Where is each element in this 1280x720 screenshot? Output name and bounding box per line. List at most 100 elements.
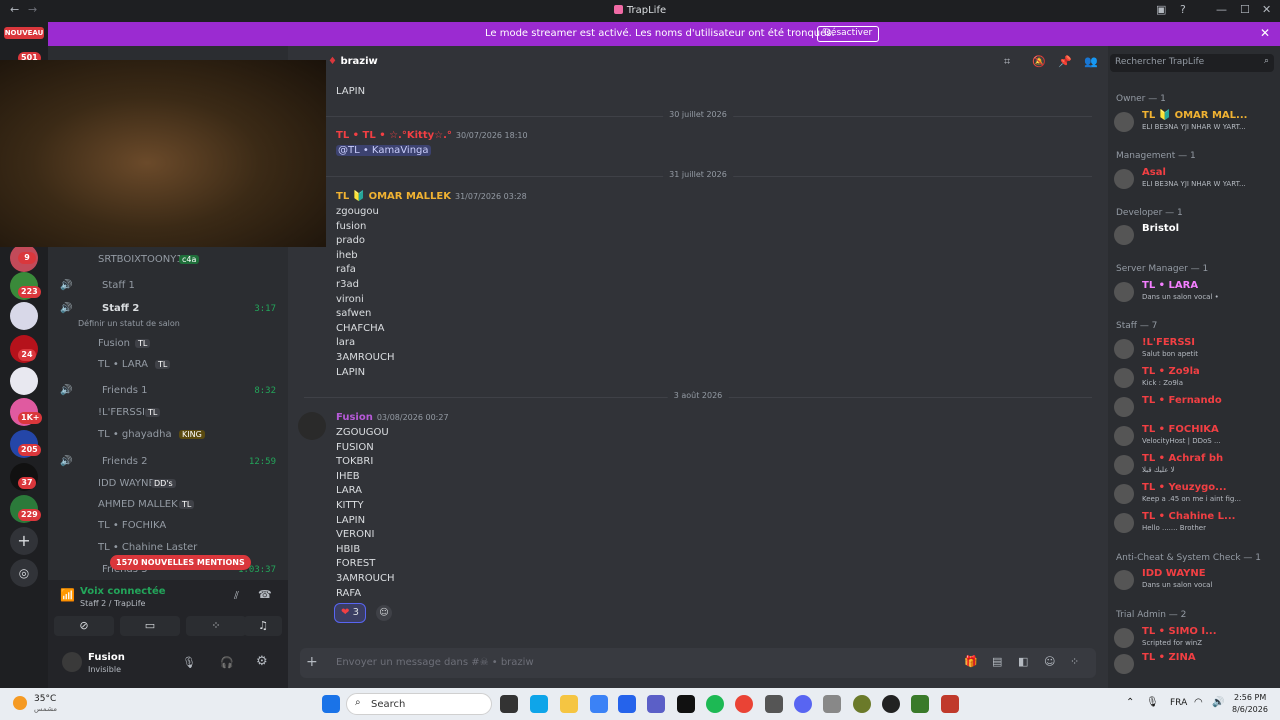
app-icon[interactable] <box>853 695 871 713</box>
app-icon[interactable] <box>941 695 959 713</box>
voice-user[interactable]: TL • FOCHIKA <box>48 517 288 537</box>
settings-gear-icon[interactable]: ⚙ <box>256 654 268 669</box>
composer-placeholder[interactable]: Envoyer un message dans #☠ • braziw <box>336 657 534 668</box>
member-item[interactable]: TL • Yeuzygo... Keep a .45 on me i aint f… <box>1114 482 1276 508</box>
weather-icon[interactable] <box>13 696 27 710</box>
help-icon[interactable]: ? <box>1180 3 1186 16</box>
activities-button[interactable]: ⁘ <box>186 616 246 636</box>
apps-icon[interactable]: ⁘ <box>1070 655 1079 668</box>
attach-plus-icon[interactable]: + <box>306 654 318 670</box>
member-item[interactable]: IDD WAYNE Dans un salon vocal <box>1114 568 1276 594</box>
voice-status[interactable]: Voix connectée <box>80 586 166 597</box>
store-icon[interactable] <box>618 695 636 713</box>
tray-mic-icon[interactable]: 🎙 <box>1146 697 1159 708</box>
sticker-icon[interactable]: ◧ <box>1018 655 1028 668</box>
gift-icon[interactable]: 🎁 <box>964 655 978 668</box>
app-icon[interactable] <box>677 695 695 713</box>
camera-button[interactable]: ⊘ <box>54 616 114 636</box>
voice-channel-friends-1[interactable]: 🔊 Friends 1 8:32 <box>48 382 288 402</box>
avatar[interactable] <box>298 412 326 440</box>
new-mentions-pill[interactable]: 1570 NOUVELLES MENTIONS <box>110 555 251 570</box>
user-mention[interactable]: @TL • KamaVinga <box>336 145 431 156</box>
chrome-icon[interactable] <box>735 695 753 713</box>
pin-icon[interactable]: 📌 <box>1058 55 1072 68</box>
threads-icon[interactable]: ⌗ <box>1004 55 1010 69</box>
minimize-icon[interactable]: — <box>1216 3 1227 16</box>
voice-channel-friends-2[interactable]: 🔊 Friends 2 12:59 <box>48 453 288 473</box>
reaction-heart[interactable]: ❤ 3 <box>334 603 366 623</box>
window-title: TrapLife <box>0 5 1280 16</box>
member-item[interactable]: !L'FERSSI Salut bon apetit <box>1114 337 1276 363</box>
microphone-icon[interactable]: 🎙 <box>182 656 196 669</box>
member-item[interactable]: TL • FOCHIKA VelocityHost | DDoS ... <box>1114 424 1276 450</box>
voice-user[interactable]: AHMED MALLEK TL <box>48 496 288 516</box>
edge-icon[interactable] <box>530 695 548 713</box>
member-item[interactable]: Asal ELI BE3NA YJI NHAR W YART... <box>1114 167 1276 193</box>
soundboard-button[interactable]: ♫ <box>244 616 282 636</box>
server-icon[interactable] <box>10 367 38 395</box>
obs-icon[interactable] <box>882 695 900 713</box>
inbox-icon[interactable]: ▣ <box>1156 3 1166 16</box>
disconnect-icon[interactable]: ☎ <box>258 588 272 601</box>
taskbar-search[interactable]: ⌕ Search <box>346 693 492 715</box>
add-reaction-icon[interactable]: ☺ <box>376 605 392 621</box>
tray-chevron-icon[interactable]: ⌃ <box>1126 697 1134 708</box>
member-item[interactable]: TL • Achraf bh لا عليك قبلا <box>1114 453 1276 479</box>
message-composer[interactable]: + Envoyer un message dans #☠ • braziw 🎁 … <box>300 648 1096 678</box>
noise-suppression-icon[interactable]: ⫽ <box>234 589 239 603</box>
message-author[interactable]: Fusion <box>336 412 373 423</box>
clock-date[interactable]: 8/6/2026 <box>1232 705 1268 714</box>
speaker-icon: 🔊 <box>60 385 73 396</box>
voice-channel-staff-1[interactable]: 🔊 Staff 1 <box>48 277 288 297</box>
volume-icon[interactable]: 🔊 <box>1212 697 1224 708</box>
calculator-icon[interactable] <box>765 695 783 713</box>
outlook-icon[interactable] <box>590 695 608 713</box>
voice-user[interactable]: TL • ghayadha KING <box>48 426 288 446</box>
message-author[interactable]: TL 🔰 OMAR MALLEK <box>336 191 451 202</box>
add-server-icon[interactable]: + <box>10 527 38 555</box>
clock-time[interactable]: 2:56 PM <box>1234 693 1266 702</box>
member-item[interactable]: TL • SIMO I... Scripted for winZ <box>1114 626 1276 652</box>
member-item[interactable]: TL • Zo9la Kick : Zo9la <box>1114 366 1276 392</box>
emoji-icon[interactable]: ☺ <box>1044 655 1055 668</box>
search-input[interactable]: Rechercher TrapLife ⌕ <box>1110 54 1274 72</box>
task-view-icon[interactable] <box>500 695 518 713</box>
voice-user[interactable]: Fusion TL <box>48 335 288 355</box>
language-indicator[interactable]: FRA <box>1170 698 1187 708</box>
file-explorer-icon[interactable] <box>560 695 578 713</box>
maximize-icon[interactable]: ☐ <box>1240 3 1250 16</box>
member-item[interactable]: TL • Fernando <box>1114 395 1276 421</box>
close-window-icon[interactable]: ✕ <box>1262 3 1271 16</box>
close-banner-icon[interactable]: ✕ <box>1260 26 1270 40</box>
discord-icon[interactable] <box>794 695 812 713</box>
member-item[interactable]: Bristol <box>1114 223 1276 249</box>
member-item[interactable]: TL • LARA Dans un salon vocal • <box>1114 280 1276 306</box>
voice-user[interactable]: TL • LARA TL <box>48 356 288 376</box>
member-item[interactable]: TL 🔰 OMAR MAL... ELI BE3NA YJI NHAR W YAR… <box>1114 110 1276 136</box>
windows-start-icon[interactable] <box>322 695 340 713</box>
member-group-header: Anti-Cheat & System Check — 1 <box>1116 553 1262 563</box>
app-icon[interactable] <box>911 695 929 713</box>
message-author[interactable]: TL • TL • ☆.°Kitty☆.° <box>336 130 452 141</box>
voice-user[interactable]: SRTBOIXTOONY11 c4a <box>48 251 288 271</box>
channel-status[interactable]: Définir un statut de salon <box>48 316 288 336</box>
avatar[interactable] <box>62 652 82 672</box>
app-icon[interactable] <box>823 695 841 713</box>
server-icon[interactable] <box>10 302 38 330</box>
teams-icon[interactable] <box>647 695 665 713</box>
screen-share-button[interactable]: ▭ <box>120 616 180 636</box>
message-line: HBIB <box>336 543 361 555</box>
wifi-icon[interactable]: ◠ <box>1194 697 1203 708</box>
member-item[interactable]: TL • ZINA <box>1114 652 1276 678</box>
avatar <box>1114 628 1134 648</box>
mute-icon[interactable]: 🔕 <box>1032 55 1046 68</box>
voice-user[interactable]: !L'FERSSI TL <box>48 404 288 424</box>
member-item[interactable]: TL • Chahine L... Hello ....... Brother <box>1114 511 1276 537</box>
gif-icon[interactable]: ▤ <box>992 655 1002 668</box>
voice-user[interactable]: IDD WAYNE DD's <box>48 475 288 495</box>
member-list-icon[interactable]: 👥 <box>1084 55 1098 68</box>
disable-streamer-button[interactable]: Désactiver <box>817 26 880 42</box>
headphones-icon[interactable]: 🎧 <box>220 656 234 669</box>
discover-icon[interactable]: ◎ <box>10 559 38 587</box>
spotify-icon[interactable] <box>706 695 724 713</box>
